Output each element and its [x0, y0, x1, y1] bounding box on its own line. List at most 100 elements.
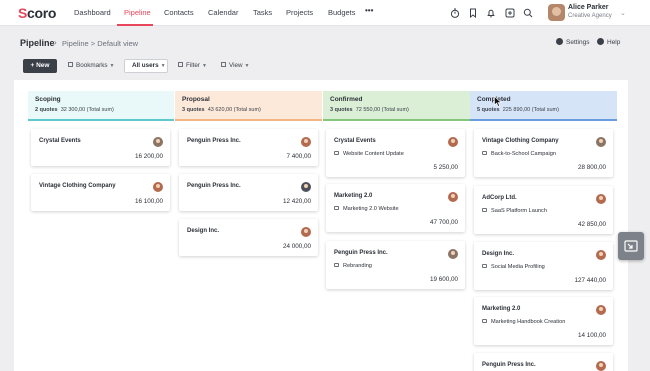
bell-icon[interactable]: [485, 7, 497, 19]
deal-card[interactable]: Vintage Clothing Company Back-to-School …: [474, 129, 613, 177]
column-header-confirmed: Confirmed 3 quotes 72 550,00 (Total sum): [323, 91, 470, 121]
card-amount: 19 600,00: [429, 276, 458, 283]
owner-avatar: [301, 227, 311, 237]
active-tab-indicator: [117, 24, 153, 26]
owner-avatar: [301, 182, 311, 192]
side-panel-toggle-button[interactable]: [618, 232, 644, 260]
caret-down-icon: ▼: [202, 63, 207, 69]
column-summary: 5 quotes 225 890,00 (Total sum): [477, 107, 559, 113]
user-avatar: [548, 4, 565, 21]
bookmark-icon[interactable]: [467, 7, 479, 19]
column-summary: 3 quotes 72 550,00 (Total sum): [330, 107, 409, 113]
card-project: SaaS Platform Launch: [482, 208, 547, 214]
owner-avatar: [153, 137, 163, 147]
card-title: Penguin Press Inc.: [187, 183, 241, 189]
nav-tasks[interactable]: Tasks: [253, 8, 272, 17]
search-icon[interactable]: [522, 7, 534, 19]
scoro-logo[interactable]: Scoro: [18, 5, 56, 21]
deal-card[interactable]: Crystal Events Website Content Update 5 …: [326, 129, 465, 177]
filter-icon: [178, 62, 183, 67]
deal-card[interactable]: Penguin Press Inc.: [474, 353, 613, 371]
card-title: Design Inc.: [482, 251, 515, 257]
card-title: Crystal Events: [39, 138, 81, 144]
card-project: Social Media Profiling: [482, 264, 545, 270]
card-project: Marketing 2.0 Website: [334, 206, 399, 212]
card-project: Rebranding: [334, 263, 372, 269]
owner-avatar: [596, 305, 606, 315]
card-title: Penguin Press Inc.: [187, 138, 241, 144]
deal-card[interactable]: Design Inc. 24 000,00: [179, 219, 318, 256]
owner-avatar: [596, 137, 606, 147]
column-color-bar: [323, 119, 470, 121]
column-summary: 3 quotes 43 620,00 (Total sum): [182, 107, 261, 113]
column-header-proposal: Proposal 3 quotes 43 620,00 (Total sum): [175, 91, 322, 121]
column-header-scoping: Scoping 2 quotes 32 300,00 (Total sum): [28, 91, 174, 121]
new-button[interactable]: + New: [23, 59, 57, 73]
owner-avatar: [596, 361, 606, 371]
card-title: Penguin Press Inc.: [334, 250, 388, 256]
page-title: Pipeline: [20, 38, 55, 48]
card-amount: 14 100,00: [577, 332, 606, 339]
owner-avatar: [448, 137, 458, 147]
card-title: Design Inc.: [187, 228, 220, 234]
caret-down-icon: ▼: [109, 63, 115, 69]
plus-square-icon[interactable]: [504, 7, 516, 19]
card-title: Vintage Clothing Company: [39, 183, 116, 189]
card-project: Website Content Update: [334, 151, 404, 157]
deal-card[interactable]: Crystal Events 16 200,00: [31, 129, 170, 166]
column-color-bar: [470, 119, 617, 121]
document-icon: [482, 151, 487, 155]
card-title: Marketing 2.0: [334, 193, 373, 199]
user-company: Creative Agency: [568, 13, 612, 19]
nav-dashboard[interactable]: Dashboard: [74, 8, 111, 17]
deal-card[interactable]: Marketing 2.0 Marketing Handbook Creatio…: [474, 297, 613, 345]
breadcrumb[interactable]: Pipeline > Default view: [62, 39, 138, 48]
nav-budgets[interactable]: Budgets: [328, 8, 356, 17]
user-name: Alice Parker: [568, 4, 609, 11]
document-icon: [482, 319, 487, 323]
card-project: Marketing Handbook Creation: [482, 319, 565, 325]
bookmarks-dropdown[interactable]: Bookmarks ▼: [68, 62, 114, 69]
document-icon: [482, 208, 487, 212]
owner-avatar: [153, 182, 163, 192]
deal-card[interactable]: Marketing 2.0 Marketing 2.0 Website 47 7…: [326, 184, 465, 232]
card-amount: 47 700,00: [429, 219, 458, 226]
card-amount: 16 100,00: [134, 198, 163, 205]
document-icon: [482, 264, 487, 268]
deal-card[interactable]: Penguin Press Inc. 12 420,00: [179, 174, 318, 211]
card-amount: 16 200,00: [134, 153, 163, 160]
settings-button[interactable]: Settings: [556, 38, 590, 46]
column-title: Scoping: [35, 96, 61, 103]
owner-avatar: [448, 192, 458, 202]
view-dropdown[interactable]: View ▼: [221, 62, 250, 69]
mouse-cursor-icon: [494, 96, 502, 107]
owner-avatar: [596, 194, 606, 204]
help-button[interactable]: Help: [597, 38, 620, 46]
nav-projects[interactable]: Projects: [286, 8, 313, 17]
deal-card[interactable]: AdCorp Ltd. SaaS Platform Launch 42 850,…: [474, 186, 613, 234]
deal-card[interactable]: Vintage Clothing Company 16 100,00: [31, 174, 170, 211]
owner-avatar: [596, 250, 606, 260]
deal-card[interactable]: Design Inc. Social Media Profiling 127 4…: [474, 242, 613, 290]
caret-down-icon: ▼: [160, 63, 166, 69]
card-amount: 24 000,00: [282, 243, 311, 250]
column-title: Confirmed: [330, 96, 363, 103]
document-icon: [334, 263, 339, 267]
deal-card[interactable]: Penguin Press Inc. Rebranding 19 600,00: [326, 241, 465, 289]
all-users-dropdown[interactable]: All users ▼: [124, 59, 168, 73]
nav-calendar[interactable]: Calendar: [208, 8, 238, 17]
expand-panel-icon: [624, 240, 638, 252]
card-amount: 42 850,00: [577, 221, 606, 228]
filter-dropdown[interactable]: Filter ▼: [178, 62, 207, 69]
user-profile-menu[interactable]: Alice Parker Creative Agency ⌄: [548, 3, 630, 23]
top-navigation-bar: Scoro Dashboard Pipeline Contacts Calend…: [0, 0, 650, 26]
nav-more-button[interactable]: •••: [365, 6, 373, 15]
view-icon: [221, 62, 226, 67]
nav-contacts[interactable]: Contacts: [164, 8, 194, 17]
nav-pipeline[interactable]: Pipeline: [124, 8, 151, 17]
gear-icon: [556, 38, 563, 45]
card-project: Back-to-School Campaign: [482, 151, 556, 157]
deal-card[interactable]: Penguin Press Inc. 7 400,00: [179, 129, 318, 166]
stopwatch-icon[interactable]: [449, 7, 461, 19]
owner-avatar: [448, 249, 458, 259]
